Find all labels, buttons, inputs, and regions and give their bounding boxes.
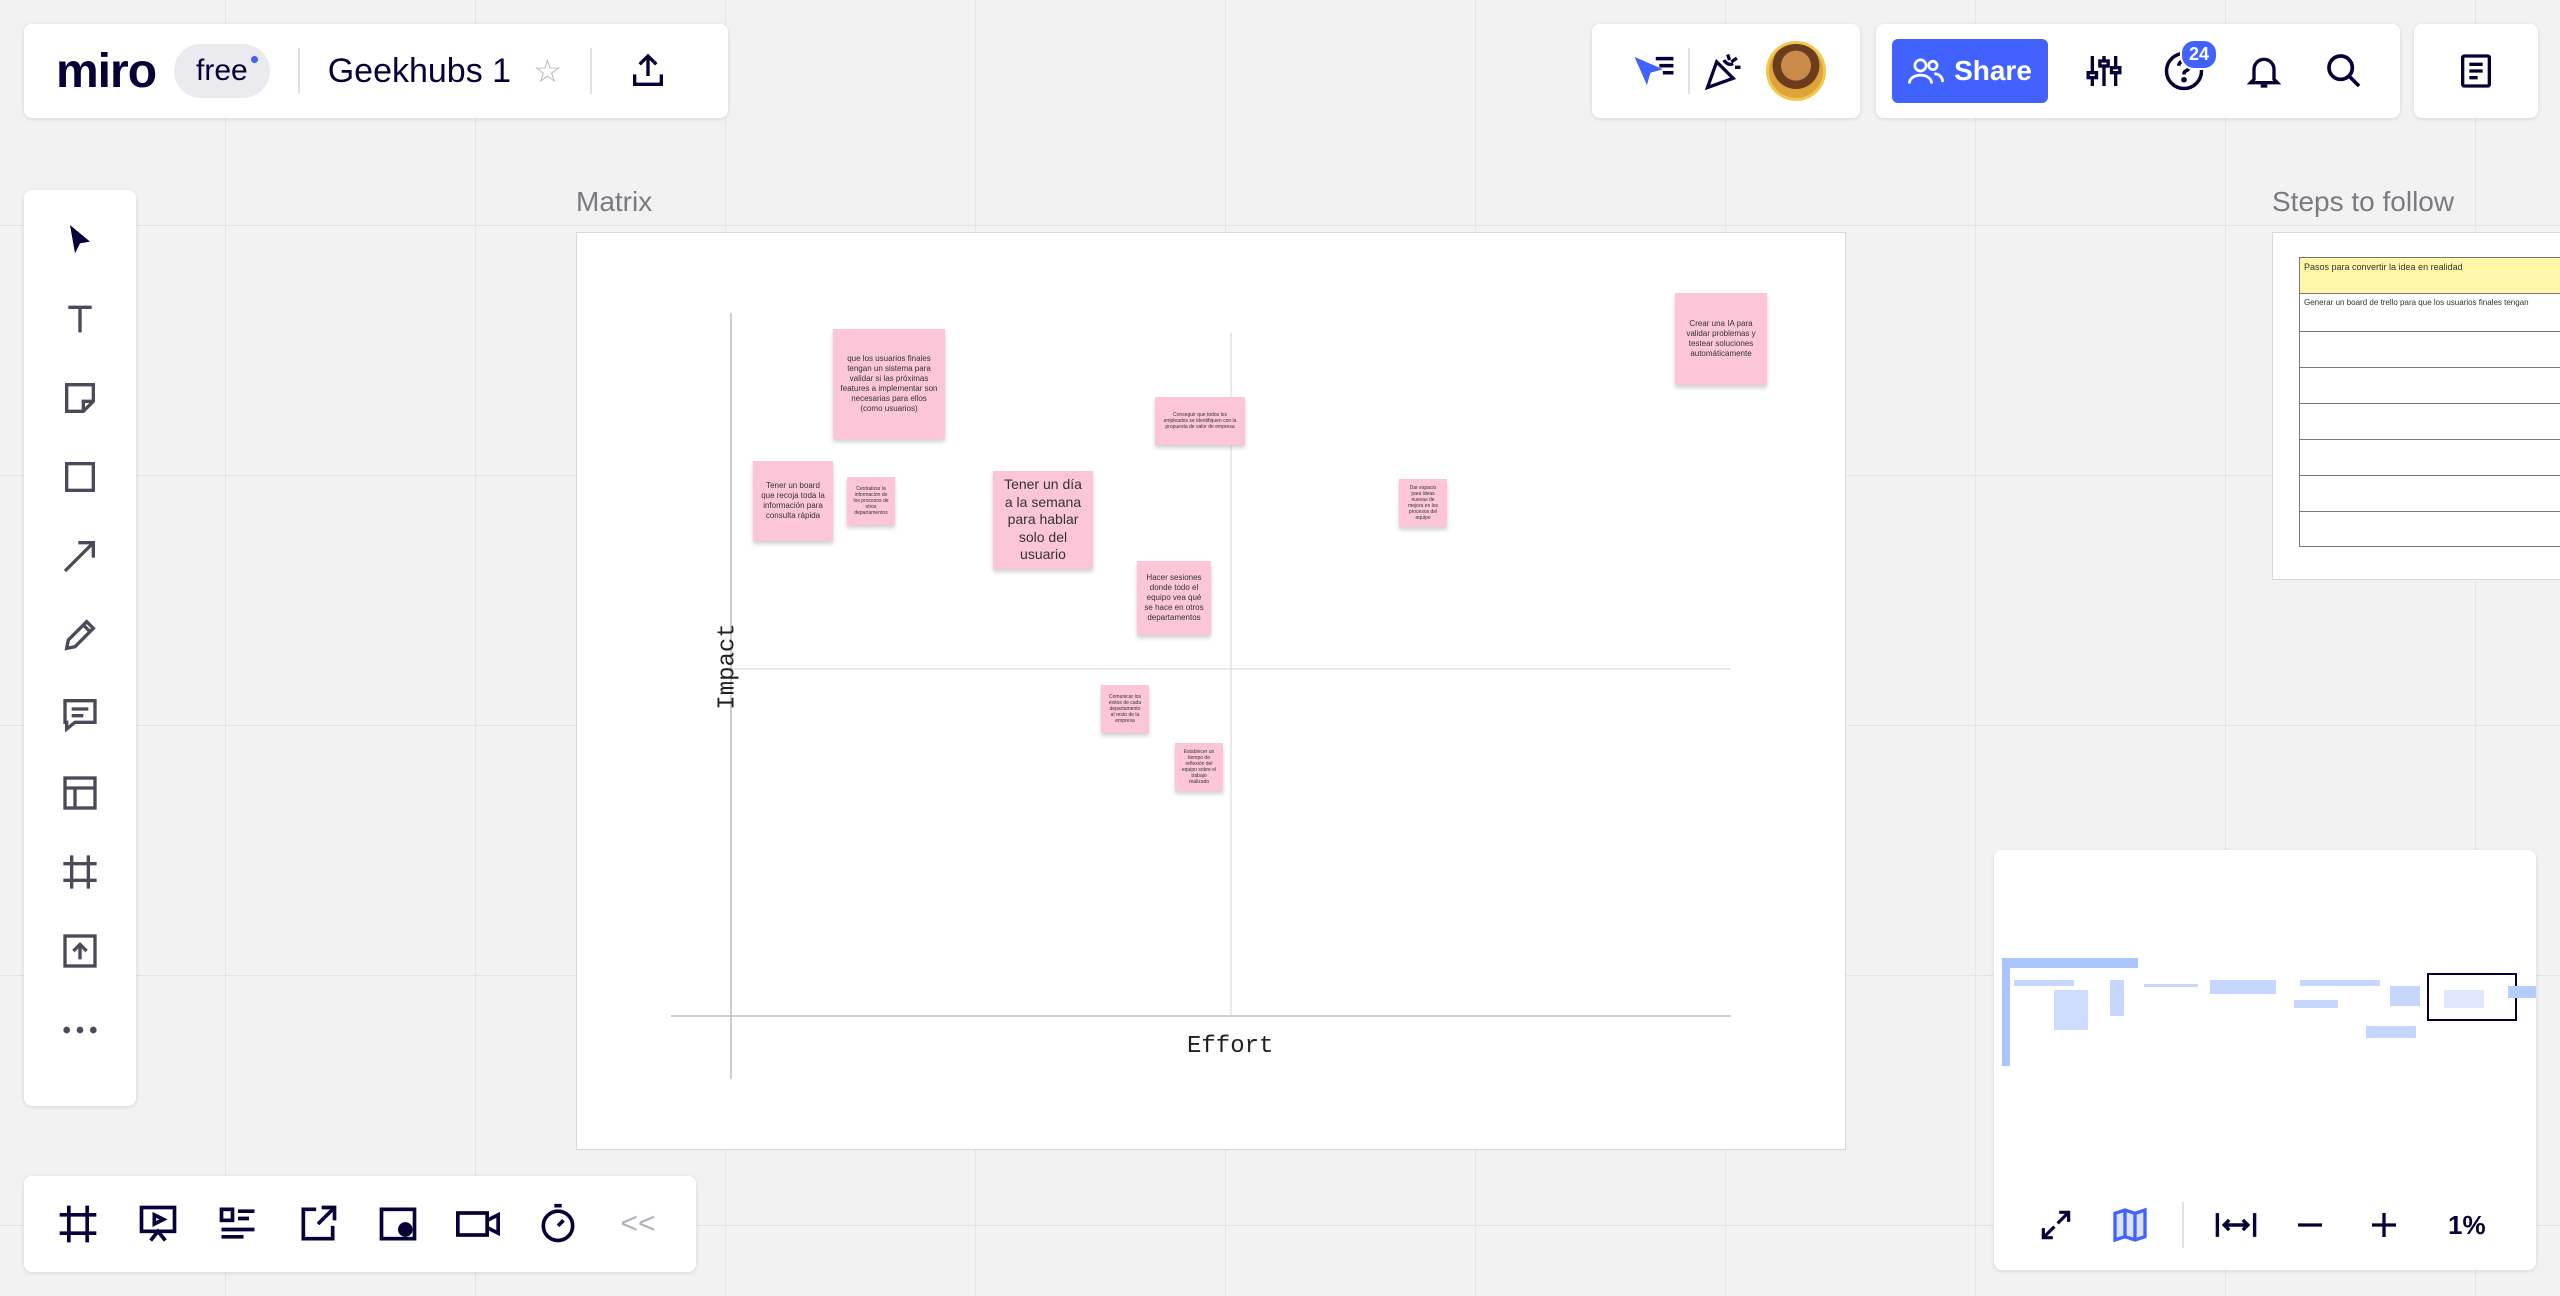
collaboration-panel	[1592, 24, 1860, 118]
divider	[1688, 48, 1690, 94]
frame-icon[interactable]	[52, 844, 108, 900]
zoom-in-icon[interactable]	[2356, 1197, 2412, 1253]
board-notes	[2414, 24, 2538, 118]
notifications-bell-icon[interactable]	[2236, 43, 2292, 99]
user-avatar[interactable]	[1766, 41, 1826, 101]
select-cursor-icon[interactable]	[52, 212, 108, 268]
y-axis-label: Impact	[714, 623, 742, 710]
fullscreen-icon[interactable]	[2028, 1197, 2084, 1253]
celebrate-icon[interactable]	[1696, 43, 1752, 99]
help-badge: 24	[2179, 39, 2218, 70]
map-toggle-icon[interactable]	[2102, 1197, 2158, 1253]
x-axis-label: Effort	[1187, 1033, 1274, 1060]
plan-label: free	[196, 54, 248, 87]
steps-row: Generar un board de trello para que los …	[2299, 293, 2560, 331]
minimap-controls: 1%	[1994, 1180, 2536, 1270]
card-list-icon[interactable]	[210, 1196, 266, 1252]
presentation-icon[interactable]	[130, 1196, 186, 1252]
cursor-pointer-icon[interactable]	[1626, 43, 1682, 99]
divider	[297, 48, 300, 94]
board-name[interactable]: Geekhubs 1	[328, 52, 511, 91]
settings-sliders-icon[interactable]	[2076, 43, 2132, 99]
sticky-note[interactable]: Centralizar la información de los proces…	[847, 477, 895, 525]
zoom-level[interactable]: 1%	[2448, 1210, 2486, 1241]
sticky-note-icon[interactable]	[52, 370, 108, 426]
rectangle-shape-icon[interactable]	[52, 449, 108, 505]
steps-row	[2299, 511, 2560, 547]
minimap-panel: 1%	[1994, 850, 2536, 1270]
share-label: Share	[1954, 55, 2032, 86]
steps-row	[2299, 403, 2560, 439]
collaboration-toolbar: <<	[24, 1176, 696, 1272]
zoom-out-icon[interactable]	[2282, 1197, 2338, 1253]
text-icon[interactable]	[52, 291, 108, 347]
embed-link-icon[interactable]	[290, 1196, 346, 1252]
board-header: miro free Geekhubs 1 ☆	[24, 24, 728, 118]
sticky-note[interactable]: Hacer sesiones donde todo el equipo vea …	[1137, 561, 1211, 635]
steps-frame-title[interactable]: Steps to follow	[2272, 186, 2454, 218]
top-right-tools: Share 24	[1876, 24, 2400, 118]
sticky-note[interactable]: Conseguir que todos los empleados se ide…	[1155, 397, 1245, 445]
sticky-note[interactable]: Comunicar los éxitos de cada departament…	[1101, 685, 1149, 733]
screen-record-icon[interactable]	[370, 1196, 426, 1252]
pen-icon[interactable]	[52, 607, 108, 663]
fit-to-screen-icon[interactable]	[2208, 1197, 2264, 1253]
steps-header-row: Pasos para convertir la idea en realidad	[2299, 257, 2560, 293]
frames-list-icon[interactable]	[50, 1196, 106, 1252]
matrix-frame-title[interactable]: Matrix	[576, 186, 652, 218]
timer-icon[interactable]	[530, 1196, 586, 1252]
plan-badge[interactable]: free	[174, 44, 270, 98]
star-icon[interactable]: ☆	[533, 52, 562, 90]
more-tools-icon[interactable]	[52, 1002, 108, 1058]
upload-icon[interactable]	[52, 923, 108, 979]
comment-icon[interactable]	[52, 686, 108, 742]
sticky-note[interactable]: Crear una IA para validar problemas y te…	[1675, 293, 1767, 385]
search-icon[interactable]	[2316, 43, 2372, 99]
matrix-axes	[671, 313, 1731, 1079]
templates-icon[interactable]	[52, 765, 108, 821]
divider	[2182, 1202, 2184, 1248]
sticky-note[interactable]: Tener un board que recoja toda la inform…	[753, 461, 833, 541]
sticky-note[interactable]: Establecer un tiempo de reflexión del eq…	[1175, 743, 1223, 791]
matrix-frame[interactable]: Impact Effort que los usuarios finales t…	[576, 232, 1846, 1150]
creation-toolbar	[24, 190, 136, 1106]
sticky-note[interactable]: Dar espacio para ideas nuevas de mejora …	[1399, 479, 1447, 527]
minimap-canvas[interactable]	[1994, 850, 2536, 1180]
help-icon[interactable]: 24	[2156, 39, 2218, 99]
video-chat-icon[interactable]	[450, 1196, 506, 1252]
divider	[589, 48, 592, 94]
steps-row	[2299, 331, 2560, 367]
steps-frame[interactable]: Pasos para convertir la idea en realidad…	[2272, 232, 2560, 580]
notes-icon[interactable]	[2448, 43, 2504, 99]
collapse-toolbar-icon[interactable]: <<	[610, 1196, 666, 1252]
plan-dot	[250, 56, 258, 63]
steps-row	[2299, 367, 2560, 403]
share-button[interactable]: Share	[1892, 39, 2048, 103]
steps-row	[2299, 439, 2560, 475]
export-icon[interactable]	[620, 43, 676, 99]
sticky-note[interactable]: que los usuarios finales tengan un siste…	[833, 329, 945, 439]
arrow-line-icon[interactable]	[52, 528, 108, 584]
sticky-note[interactable]: Tener un día a la semana para hablar sol…	[993, 471, 1093, 569]
steps-row	[2299, 475, 2560, 511]
miro-logo[interactable]: miro	[56, 44, 157, 99]
